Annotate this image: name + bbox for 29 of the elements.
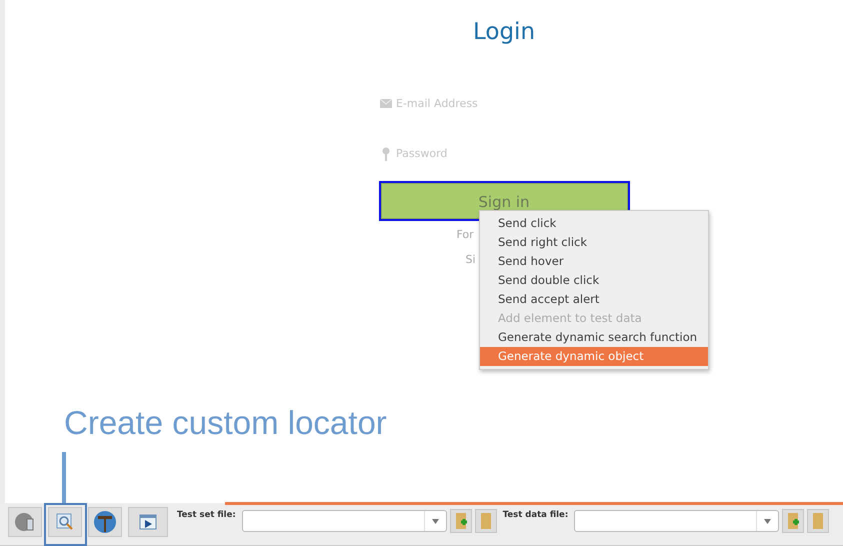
caret-icon [764, 518, 772, 524]
globe-hammer-icon [93, 510, 117, 534]
tool-button[interactable] [88, 507, 122, 537]
open-file-button[interactable] [807, 509, 830, 533]
test-data-label: Test data file: [502, 509, 568, 522]
callout-text: Create custom locator [64, 403, 387, 443]
globe-icon [14, 511, 36, 533]
add-folder-icon [785, 511, 802, 531]
page-title: Login [472, 18, 536, 47]
menu-item[interactable]: Send accept alert [480, 290, 708, 309]
add-file-button[interactable] [450, 509, 472, 533]
envelope-icon [380, 99, 392, 108]
tool-button[interactable] [8, 507, 42, 537]
search-icon [56, 513, 74, 531]
key-icon [380, 147, 392, 162]
test-set-label: Test set file: [177, 509, 236, 522]
menu-item[interactable]: Send right click [480, 233, 708, 252]
add-file-button[interactable] [782, 509, 804, 533]
menu-item[interactable]: Send double click [480, 271, 708, 290]
play-window-icon [139, 514, 157, 530]
file-dropdown[interactable] [242, 510, 447, 532]
caret-icon [432, 518, 439, 524]
open-file-button[interactable] [474, 509, 497, 533]
menu-item[interactable]: Generate dynamic search function [480, 328, 708, 347]
menu-item[interactable]: Send hover [480, 252, 708, 271]
tool-button[interactable] [128, 507, 168, 537]
tool-button[interactable] [48, 507, 82, 537]
file-dropdown[interactable] [574, 510, 780, 532]
callout-frame [44, 503, 87, 546]
